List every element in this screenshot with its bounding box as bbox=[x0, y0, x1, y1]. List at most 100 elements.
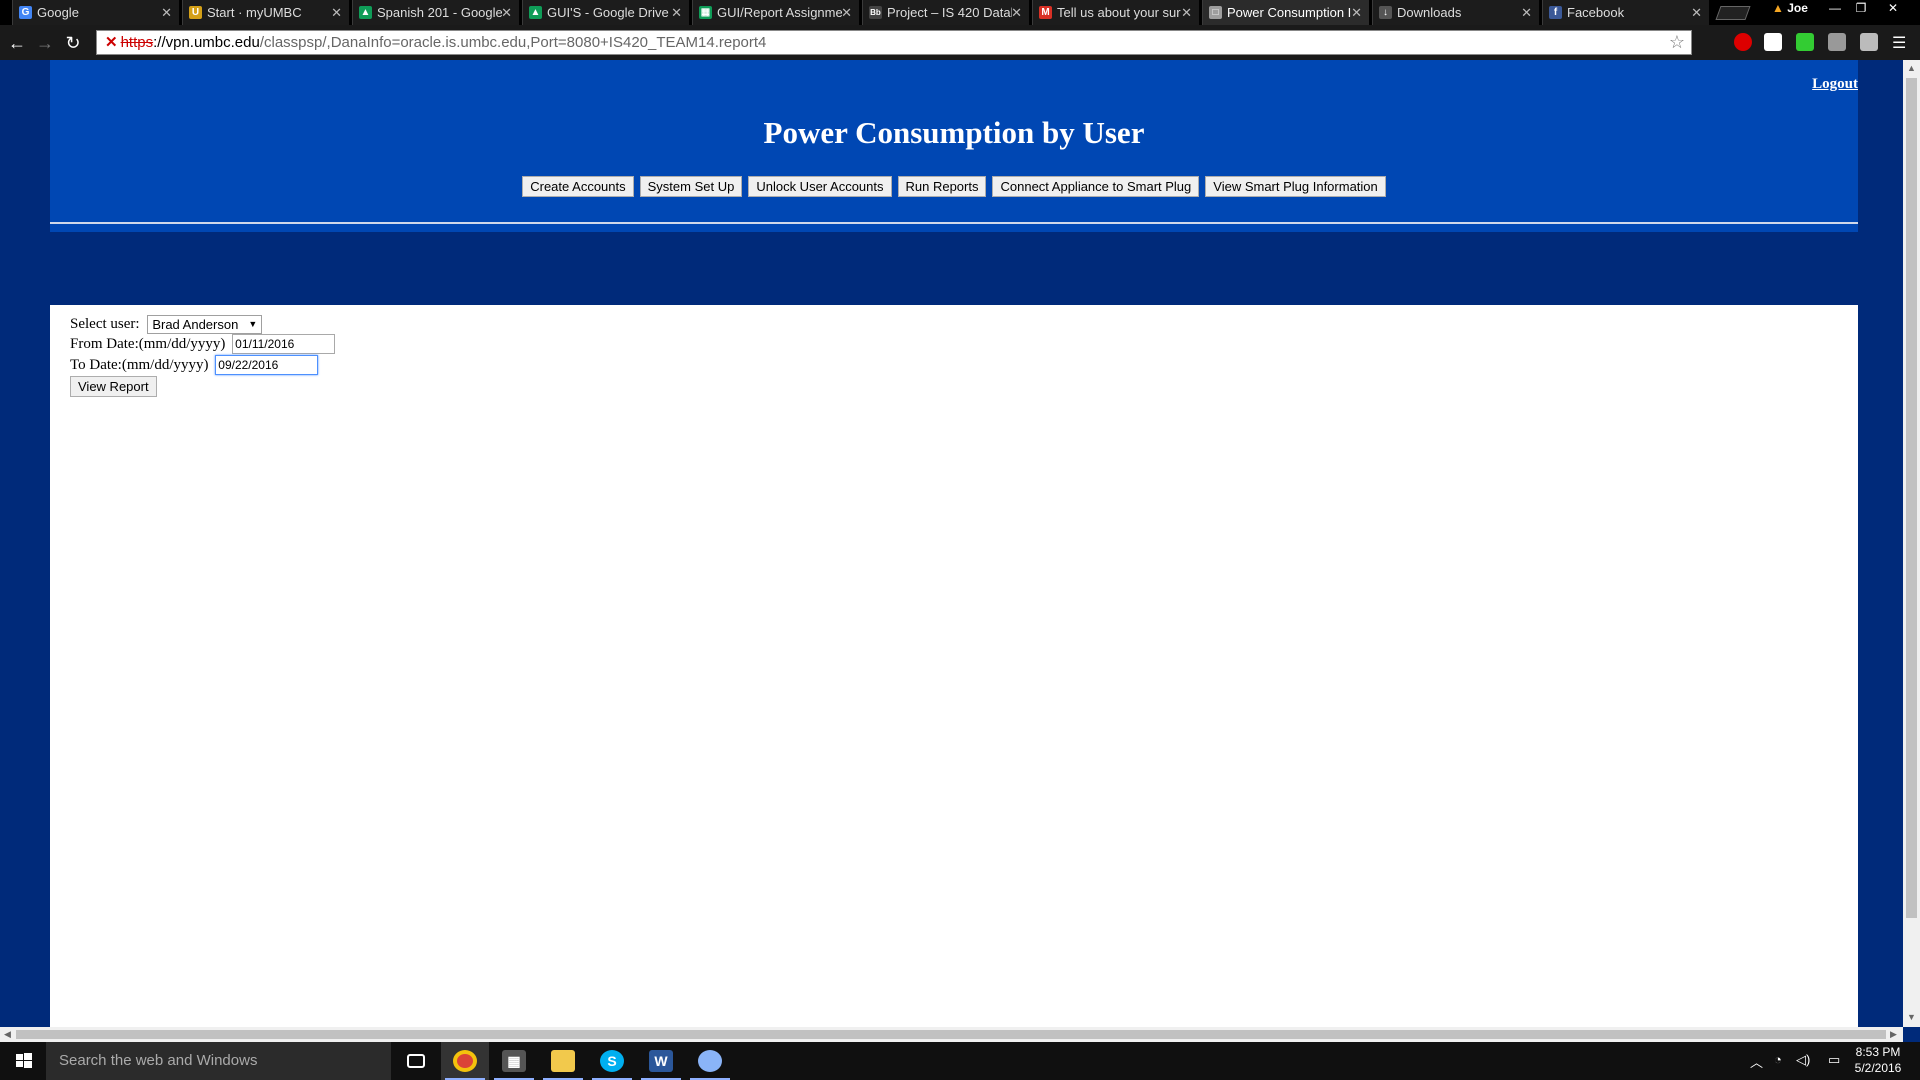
tab-label: GUI'S - Google Drive bbox=[547, 5, 669, 20]
tab-label: Power Consumption I bbox=[1227, 5, 1352, 20]
opera-extension-icon[interactable] bbox=[1734, 33, 1752, 51]
address-bar[interactable]: ✕ https://vpn.umbc.edu/classpsp/,DanaInfo… bbox=[96, 30, 1692, 55]
tab-project-is420[interactable]: Bb Project – IS 420 Datab ✕ bbox=[862, 0, 1029, 25]
url-scheme: https bbox=[120, 34, 154, 51]
create-accounts-button[interactable]: Create Accounts bbox=[522, 176, 634, 197]
run-reports-button[interactable]: Run Reports bbox=[897, 176, 987, 197]
scroll-up-icon[interactable]: ▲ bbox=[1907, 63, 1916, 73]
scroll-right-icon[interactable]: ▶ bbox=[1890, 1029, 1897, 1040]
unlock-user-accounts-button[interactable]: Unlock User Accounts bbox=[748, 176, 892, 197]
tab-label: GUI/Report Assignme bbox=[717, 5, 842, 20]
folder-icon bbox=[551, 1050, 575, 1072]
blackboard-icon: Bb bbox=[869, 6, 882, 19]
taskbar-paint[interactable] bbox=[686, 1042, 734, 1080]
close-icon[interactable]: ✕ bbox=[1521, 0, 1532, 25]
menu-icon[interactable]: ☰ bbox=[1892, 33, 1910, 52]
tab-survey[interactable]: M Tell us about your sur ✕ bbox=[1032, 0, 1199, 25]
chevron-up-icon[interactable]: ︿ bbox=[1750, 1052, 1763, 1071]
url-path: /classpsp/,DanaInfo=oracle.is.umbc.edu,P… bbox=[259, 34, 767, 51]
tab-google[interactable]: G Google ✕ bbox=[12, 0, 179, 25]
new-tab-button[interactable] bbox=[1715, 6, 1751, 20]
close-icon[interactable]: ✕ bbox=[331, 0, 342, 25]
evernote-extension-icon[interactable] bbox=[1796, 33, 1814, 51]
close-icon[interactable]: ✕ bbox=[1011, 0, 1022, 25]
task-view-button[interactable] bbox=[392, 1042, 440, 1080]
keyboard-extension-icon[interactable] bbox=[1860, 33, 1878, 51]
to-date-label: To Date:(mm/dd/yyyy) bbox=[70, 356, 209, 373]
tab-spanish-201[interactable]: ▲ Spanish 201 - Google ✕ bbox=[352, 0, 519, 25]
profile-name: Joe bbox=[1787, 1, 1808, 15]
close-icon[interactable]: ✕ bbox=[1691, 0, 1702, 25]
scroll-left-icon[interactable]: ◀ bbox=[4, 1029, 11, 1040]
taskbar-file-explorer[interactable] bbox=[539, 1042, 587, 1080]
calendar-extension-icon[interactable] bbox=[1828, 33, 1846, 51]
from-date-row: From Date:(mm/dd/yyyy) 01/11/2016 bbox=[70, 334, 336, 354]
extension-icon[interactable] bbox=[1764, 33, 1782, 51]
taskbar-search[interactable]: Search the web and Windows bbox=[46, 1042, 391, 1080]
skype-icon: S bbox=[600, 1050, 624, 1072]
url-host: ://vpn.umbc.edu bbox=[153, 34, 260, 51]
from-date-input[interactable]: 01/11/2016 bbox=[232, 334, 336, 354]
tab-myumbc[interactable]: U Start · myUMBC ✕ bbox=[182, 0, 349, 25]
connect-appliance-button[interactable]: Connect Appliance to Smart Plug bbox=[992, 176, 1200, 197]
word-icon: W bbox=[649, 1050, 673, 1072]
paint-icon bbox=[698, 1050, 722, 1072]
tab-label: Google bbox=[37, 5, 79, 20]
select-user-row: Select user: Brad Anderson ▼ bbox=[70, 315, 263, 334]
logout-link[interactable]: Logout bbox=[1812, 76, 1858, 93]
umbc-icon: U bbox=[189, 6, 202, 19]
taskbar-skype[interactable]: S bbox=[588, 1042, 636, 1080]
page-icon: □ bbox=[1209, 6, 1222, 19]
tab-guis-drive[interactable]: ▲ GUI'S - Google Drive ✕ bbox=[522, 0, 689, 25]
back-icon[interactable]: ← bbox=[6, 32, 28, 54]
horizontal-scroll-thumb[interactable] bbox=[16, 1030, 1886, 1039]
wifi-icon[interactable]: ◔ bbox=[1774, 1052, 1782, 1067]
calculator-icon: ▦ bbox=[502, 1050, 526, 1072]
tab-power-consumption[interactable]: □ Power Consumption I ✕ bbox=[1202, 0, 1369, 25]
user-select[interactable]: Brad Anderson ▼ bbox=[147, 315, 263, 334]
close-icon[interactable]: ✕ bbox=[1181, 0, 1192, 25]
tab-facebook[interactable]: f Facebook ✕ bbox=[1542, 0, 1709, 25]
close-window-icon[interactable]: ✕ bbox=[1880, 0, 1906, 17]
taskbar-calculator[interactable]: ▦ bbox=[490, 1042, 538, 1080]
page-title: Power Consumption by User bbox=[763, 115, 1145, 150]
taskbar-clock[interactable]: 8:53 PM 5/2/2016 bbox=[1850, 1044, 1906, 1076]
forward-icon[interactable]: → bbox=[34, 32, 56, 54]
tab-label: Spanish 201 - Google bbox=[377, 5, 502, 20]
tab-downloads[interactable]: ↓ Downloads ✕ bbox=[1372, 0, 1539, 25]
close-icon[interactable]: ✕ bbox=[501, 0, 512, 25]
google-drive-icon: ▲ bbox=[359, 6, 372, 19]
tab-label: Start · myUMBC bbox=[207, 5, 302, 20]
reload-icon[interactable]: ↻ bbox=[62, 32, 84, 54]
view-smart-plug-info-button[interactable]: View Smart Plug Information bbox=[1205, 176, 1386, 197]
warning-icon: ▲ bbox=[1772, 1, 1784, 15]
google-sheets-icon: ▦ bbox=[699, 6, 712, 19]
tab-label: Downloads bbox=[1397, 5, 1462, 20]
taskbar-chrome[interactable] bbox=[441, 1042, 489, 1080]
select-user-label: Select user: bbox=[70, 316, 140, 332]
start-button[interactable] bbox=[0, 1042, 46, 1080]
selected-user: Brad Anderson bbox=[152, 317, 239, 332]
volume-icon[interactable]: ◁) bbox=[1796, 1052, 1810, 1068]
taskbar-word[interactable]: W bbox=[637, 1042, 685, 1080]
close-icon[interactable]: ✕ bbox=[841, 0, 852, 25]
restore-icon[interactable]: ❐ bbox=[1848, 0, 1874, 17]
tab-gui-report[interactable]: ▦ GUI/Report Assignme ✕ bbox=[692, 0, 859, 25]
view-report-button[interactable]: View Report bbox=[70, 376, 157, 397]
download-icon: ↓ bbox=[1379, 6, 1392, 19]
to-date-input[interactable]: 09/22/2016 bbox=[215, 355, 319, 375]
tab-label: Tell us about your sur bbox=[1057, 5, 1181, 20]
insecure-icon: ✕ bbox=[105, 34, 118, 51]
tab-label: Project – IS 420 Datab bbox=[887, 5, 1012, 20]
minimize-icon[interactable]: — bbox=[1822, 0, 1848, 17]
scroll-down-icon[interactable]: ▼ bbox=[1907, 1012, 1916, 1022]
windows-icon bbox=[16, 1053, 32, 1068]
close-icon[interactable]: ✕ bbox=[671, 0, 682, 25]
vertical-scroll-thumb[interactable] bbox=[1906, 78, 1917, 918]
close-icon[interactable]: ✕ bbox=[1351, 0, 1362, 25]
close-icon[interactable]: ✕ bbox=[161, 0, 172, 25]
bookmark-star-icon[interactable]: ☆ bbox=[1669, 31, 1685, 54]
system-set-up-button[interactable]: System Set Up bbox=[639, 176, 743, 197]
notifications-icon[interactable]: ▭ bbox=[1828, 1052, 1840, 1068]
profile-button[interactable]: ▲ Joe bbox=[1772, 0, 1808, 17]
